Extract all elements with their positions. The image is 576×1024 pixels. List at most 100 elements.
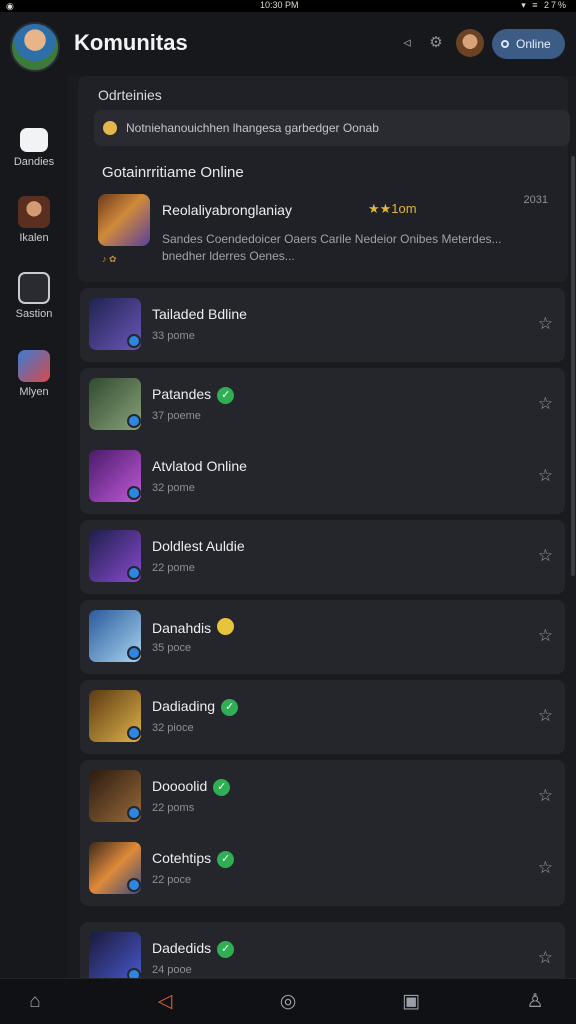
community-group: Dadedids ✓ 24 pooe ☆ [80,922,565,978]
notice-text: Notniehanouichhen lhangesa garbedger Oon… [126,121,379,135]
image-icon[interactable]: ▣ [396,987,426,1017]
platform-badge-icon [127,414,141,428]
featured-thumbnail[interactable] [98,194,150,246]
community-name: Tailaded Bdline [152,306,247,322]
star-icon[interactable]: ☆ [538,948,553,968]
sidebar-item-sastion[interactable]: Sastion [0,272,68,320]
smiley-emoji-icon [217,618,235,635]
chat-icon [20,128,48,152]
list-item[interactable]: Cotehtips ✓ 22 poce ☆ [80,832,565,906]
featured-rating: ★★1om [368,201,417,216]
community-meta: 33 pome [152,330,195,342]
notice-bar[interactable]: Notniehanouichhen lhangesa garbedger Oon… [94,110,570,146]
share-icon[interactable]: ◁ [150,987,180,1017]
status-camera-icon: ◉ [6,1,14,11]
community-meta: 22 pome [152,562,195,574]
overview-card: Odrteinies Notniehanouichhen lhangesa ga… [78,76,570,282]
main-content: Odrteinies Notniehanouichhen lhangesa ga… [68,76,576,978]
community-group: Tailaded Bdline 33 pome ☆ [80,288,565,362]
compass-icon[interactable]: ◎ [273,987,303,1017]
scrollbar[interactable] [571,156,575,576]
community-name: Patandes ✓ [152,386,235,404]
community-meta: 37 poeme [152,410,201,422]
sidebar-item-label: Dandies [13,156,55,168]
platform-badge-icon [127,968,141,978]
featured-description: Sandes Coendedoicer Oaers Carile Nedeior… [162,232,502,263]
bag-icon [18,272,50,304]
star-icon[interactable]: ☆ [538,546,553,566]
page-title: Komunitas [74,30,188,55]
platform-badge-icon [127,334,141,348]
community-group: Dadiading ✓ 32 pioce ☆ [80,680,565,754]
star-icon[interactable]: ☆ [538,706,553,726]
star-icon[interactable]: ☆ [538,394,553,414]
community-meta: 22 poms [152,802,195,814]
community-name: Danahdis [152,618,235,636]
battery-text: 27% [543,0,568,10]
star-icon[interactable]: ☆ [538,466,553,486]
featured-time: 2031 [523,194,548,206]
online-button-label: Online [516,37,551,51]
platform-badge-icon [127,878,141,892]
community-meta: 32 pioce [152,722,194,734]
user-avatar[interactable] [456,29,484,57]
home-icon[interactable]: ⌂ [20,987,50,1017]
platform-badge-icon [127,806,141,820]
community-name: Atvlatod Online [152,458,247,474]
star-icon[interactable]: ☆ [538,858,553,878]
list-item[interactable]: Danahdis 35 poce ☆ [80,600,565,674]
community-avatar[interactable] [10,22,60,72]
status-time: 10:30 PM [260,0,299,10]
profile-icon[interactable]: ♙ [520,987,550,1017]
community-meta: 32 pome [152,482,195,494]
section-label: Odrteinies [98,87,162,103]
list-item[interactable]: Doldlest Auldie 22 pome ☆ [80,520,565,594]
status-indicators: ▾ ≡ 27% [521,0,568,10]
featured-title[interactable]: Reolaliyabronglaniay [162,202,292,218]
list-item[interactable]: Tailaded Bdline 33 pome ☆ [80,288,565,362]
sidebar-item-dandies[interactable]: Dandies [0,124,68,168]
featured-tags: ♪ ✿ [102,254,117,264]
verified-icon: ✓ [221,699,239,716]
sidebar-item-ikalen[interactable]: Ikalen [0,196,68,244]
community-name: Doooolid ✓ [152,778,231,796]
sidebar-item-label: Mlyen [19,386,49,398]
online-dot-icon [501,40,509,48]
list-item[interactable]: Dadiading ✓ 32 pioce ☆ [80,680,565,754]
heart-app-icon [18,350,50,382]
community-group: Doldlest Auldie 22 pome ☆ [80,520,565,594]
verified-icon: ✓ [217,851,235,868]
community-group: Patandes ✓ 37 poeme ☆ Atvlatod Online 32 … [80,368,565,514]
sidebar: Dandies Ikalen Sastion Mlyen [0,76,68,978]
community-name: Cotehtips ✓ [152,850,235,868]
verified-icon: ✓ [217,387,235,404]
platform-badge-icon [127,646,141,660]
community-name: Dadiading ✓ [152,698,239,716]
star-icon[interactable]: ☆ [538,314,553,334]
list-item[interactable]: Patandes ✓ 37 poeme ☆ [80,368,565,442]
smiley-icon [103,121,117,135]
community-name: Dadedids ✓ [152,940,235,958]
bottom-navigation: ⌂ ◁ ◎ ▣ ♙ [0,978,576,1024]
hero-avatar-icon [18,196,50,228]
star-icon[interactable]: ☆ [538,786,553,806]
list-item[interactable]: Atvlatod Online 32 pome ☆ [80,440,565,514]
app-header: Komunitas ◃ ⚙ Online [0,12,576,76]
verified-icon: ✓ [217,941,235,958]
settings-icon[interactable]: ⚙ [427,34,445,52]
community-name: Doldlest Auldie [152,538,245,554]
list-item[interactable]: Doooolid ✓ 22 poms ☆ [80,760,565,834]
platform-badge-icon [127,726,141,740]
verified-icon: ✓ [213,779,231,796]
community-group: Doooolid ✓ 22 poms ☆ Cotehtips ✓ 22 poce ☆ [80,760,565,906]
sidebar-item-label: Ikalen [19,232,49,244]
send-icon[interactable]: ◃ [398,34,416,52]
status-bar: ◉ 10:30 PM ▾ ≡ 27% [0,0,576,12]
sidebar-item-mlyen[interactable]: Mlyen [0,350,68,398]
list-item[interactable]: Dadedids ✓ 24 pooe ☆ [80,922,565,978]
platform-badge-icon [127,566,141,580]
community-group: Danahdis 35 poce ☆ [80,600,565,674]
online-status-button[interactable]: Online [492,29,565,59]
sidebar-item-label: Sastion [15,308,53,320]
star-icon[interactable]: ☆ [538,626,553,646]
